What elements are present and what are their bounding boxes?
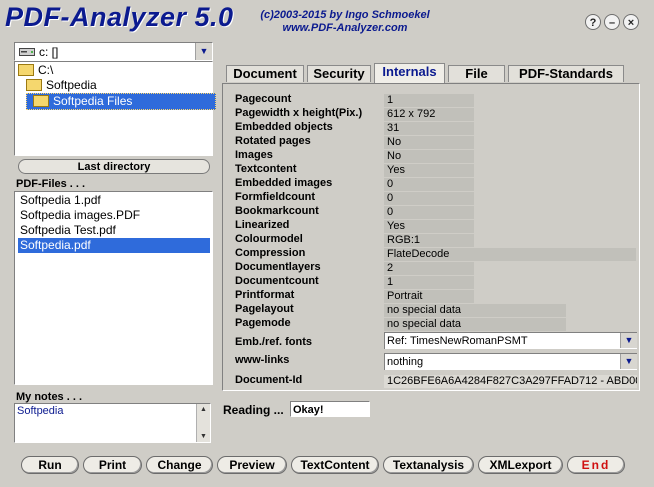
status-label: Reading ... <box>223 403 284 417</box>
links-value: nothing <box>387 356 424 368</box>
tab-security[interactable]: Security <box>307 65 371 82</box>
last-directory-button[interactable]: Last directory <box>18 159 210 174</box>
property-value: RGB:1 <box>384 234 474 247</box>
print-button[interactable]: Print <box>83 456 142 474</box>
change-button[interactable]: Change <box>146 456 213 474</box>
property-value: No <box>384 150 474 163</box>
fonts-select[interactable]: Ref: TimesNewRomanPSMT ▼ <box>384 332 637 349</box>
folder-label: C:\ <box>38 63 54 77</box>
property-label: Pagelayout <box>235 303 294 315</box>
help-button[interactable]: ? <box>585 14 601 30</box>
folder-open-icon <box>26 78 42 91</box>
links-select[interactable]: nothing ▼ <box>384 353 637 370</box>
property-label: Embedded objects <box>235 121 333 133</box>
property-value: 31 <box>384 122 474 135</box>
property-label: Compression <box>235 247 306 259</box>
scroll-up-icon[interactable]: ▲ <box>197 404 210 415</box>
fonts-value: Ref: TimesNewRomanPSMT <box>387 335 528 347</box>
folder-item[interactable]: C:\ <box>18 63 53 78</box>
file-list[interactable]: Softpedia 1.pdf Softpedia images.PDF Sof… <box>14 191 213 385</box>
textanalysis-button[interactable]: Textanalysis <box>383 456 474 474</box>
scroll-down-icon[interactable]: ▼ <box>197 431 210 442</box>
preview-button[interactable]: Preview <box>217 456 287 474</box>
folder-label: Softpedia <box>46 78 97 92</box>
folder-item[interactable]: Softpedia Files <box>26 93 216 110</box>
tab-pdf-standards[interactable]: PDF-Standards <box>508 65 624 82</box>
property-label: Pagewidth x height(Pix.) <box>235 107 363 119</box>
textcontent-button[interactable]: TextContent <box>291 456 379 474</box>
file-item[interactable]: Softpedia images.PDF <box>18 208 210 223</box>
property-value: 612 x 792 <box>384 108 474 121</box>
drive-icon <box>19 48 35 56</box>
end-button[interactable]: End <box>567 456 625 474</box>
property-label: Printformat <box>235 289 295 301</box>
property-label: Images <box>235 149 273 161</box>
folder-open-icon <box>18 63 34 76</box>
copyright-block: (c)2003-2015 by Ingo Schmoekel www.PDF-A… <box>230 9 460 35</box>
drive-value: c: [] <box>39 45 59 59</box>
property-label: Bookmarkcount <box>235 205 319 217</box>
tab-internals[interactable]: Internals <box>374 63 445 83</box>
property-value: FlateDecode <box>384 248 636 261</box>
docid-label: Document-Id <box>235 374 303 386</box>
docid-value: 1C26BFE6A6A4284F827C3A297FFAD712 - ABD00… <box>384 375 637 388</box>
chevron-down-icon[interactable]: ▼ <box>620 333 637 348</box>
property-value: 0 <box>384 178 474 191</box>
property-label: Pagemode <box>235 317 291 329</box>
internals-panel: Pagecount 1 Pagewidth x height(Pix.) 612… <box>222 83 640 391</box>
tab-file[interactable]: File <box>448 65 505 82</box>
notes-field[interactable]: Softpedia ▲ ▼ <box>14 403 211 443</box>
property-label: Formfieldcount <box>235 191 316 203</box>
drive-select[interactable]: c: [] ▼ <box>14 42 213 61</box>
notes-label: My notes . . . <box>16 391 83 403</box>
file-item-selected[interactable]: Softpedia.pdf <box>18 238 210 253</box>
property-label: Pagecount <box>235 93 292 105</box>
property-value: no special data <box>384 304 566 317</box>
chevron-down-icon[interactable]: ▼ <box>620 354 637 369</box>
property-value: 0 <box>384 206 474 219</box>
website-text[interactable]: www.PDF-Analyzer.com <box>230 22 460 35</box>
property-value: no special data <box>384 318 566 331</box>
property-value: Portrait <box>384 290 474 303</box>
fonts-label: Emb./ref. fonts <box>235 336 313 348</box>
notes-scrollbar[interactable]: ▲ ▼ <box>196 404 210 442</box>
minimize-button[interactable]: – <box>604 14 620 30</box>
folder-list[interactable]: C:\ Softpedia Softpedia Files <box>14 61 216 156</box>
property-label: Documentcount <box>235 275 319 287</box>
chevron-down-icon[interactable]: ▼ <box>195 43 212 60</box>
property-value: 1 <box>384 94 474 107</box>
xmlexport-button[interactable]: XMLexport <box>478 456 563 474</box>
folder-item[interactable]: Softpedia <box>26 78 97 93</box>
property-label: Linearized <box>235 219 290 231</box>
property-value: Yes <box>384 164 474 177</box>
close-button[interactable]: × <box>623 14 639 30</box>
property-value: 0 <box>384 192 474 205</box>
tab-document[interactable]: Document <box>226 65 304 82</box>
copyright-text: (c)2003-2015 by Ingo Schmoekel <box>260 9 430 21</box>
links-label: www-links <box>235 354 290 366</box>
property-value: Yes <box>384 220 474 233</box>
property-value: 2 <box>384 262 474 275</box>
app-title: PDF-Analyzer 5.0 <box>5 2 234 32</box>
folder-open-icon <box>33 94 49 107</box>
property-label: Rotated pages <box>235 135 311 147</box>
property-label: Documentlayers <box>235 261 321 273</box>
notes-value: Softpedia <box>17 405 64 417</box>
run-button[interactable]: Run <box>21 456 79 474</box>
property-label: Textcontent <box>235 163 297 175</box>
status-value: Okay! <box>290 401 370 417</box>
file-item[interactable]: Softpedia Test.pdf <box>18 223 210 238</box>
file-item[interactable]: Softpedia 1.pdf <box>18 193 210 208</box>
property-label: Colourmodel <box>235 233 303 245</box>
property-label: Embedded images <box>235 177 333 189</box>
property-value: 1 <box>384 276 474 289</box>
files-label: PDF-Files . . . <box>16 178 86 190</box>
folder-label: Softpedia Files <box>53 94 133 108</box>
property-value: No <box>384 136 474 149</box>
